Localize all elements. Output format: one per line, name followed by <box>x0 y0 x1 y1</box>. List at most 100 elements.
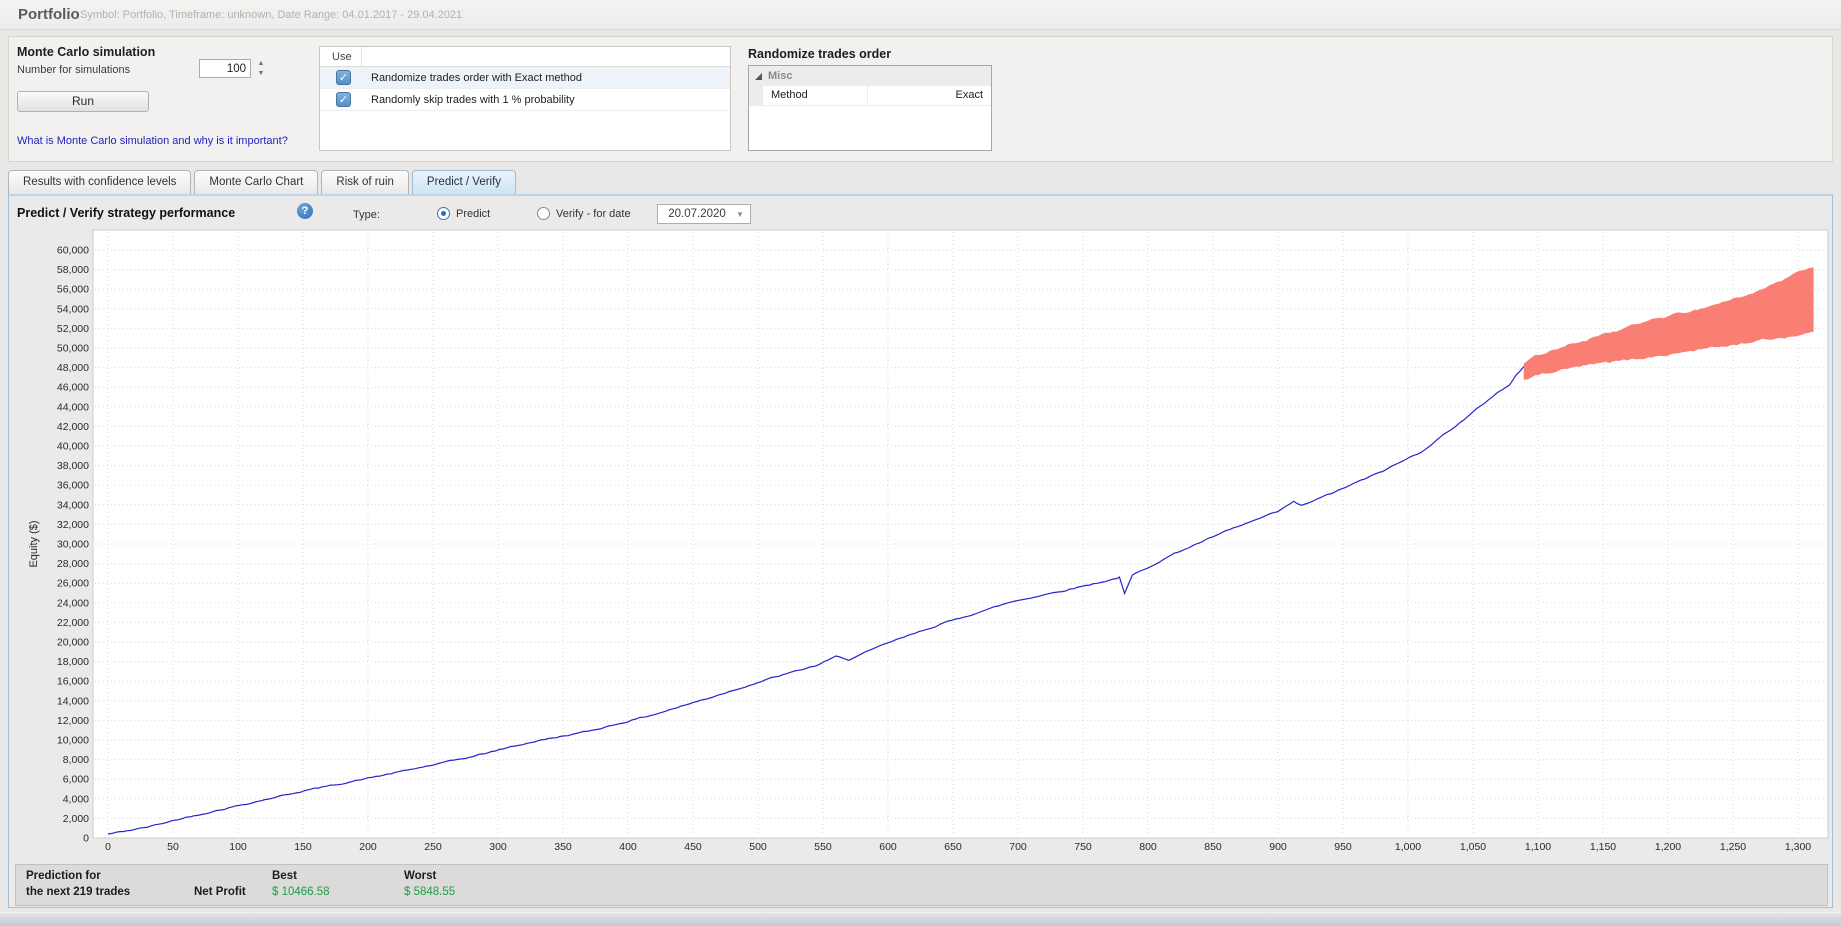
type-label: Type: <box>353 209 380 221</box>
monte-carlo-help-link[interactable]: What is Monte Carlo simulation and why i… <box>17 135 288 147</box>
property-indent <box>749 86 763 105</box>
svg-text:250: 250 <box>424 841 442 853</box>
tab-risk-of-ruin[interactable]: Risk of ruin <box>321 170 409 194</box>
radio-verify-icon <box>537 207 550 220</box>
verify-date-value: 20.07.2020 <box>668 208 726 220</box>
use-table-row[interactable]: ✓ Randomly skip trades with 1 % probabili… <box>320 89 730 111</box>
use-row-label: Randomize trades order with Exact method <box>371 71 582 84</box>
prediction-label-line1: Prediction for <box>26 870 101 882</box>
svg-text:28,000: 28,000 <box>57 558 89 570</box>
group-expand-icon <box>755 72 762 80</box>
svg-text:44,000: 44,000 <box>57 401 89 413</box>
best-label: Best <box>272 870 297 882</box>
svg-text:54,000: 54,000 <box>57 303 89 315</box>
use-row-label: Randomly skip trades with 1 % probabilit… <box>371 93 575 106</box>
radio-predict-label: Predict <box>456 207 491 220</box>
svg-text:1,200: 1,200 <box>1655 841 1681 853</box>
svg-text:200: 200 <box>359 841 377 853</box>
window-header: Portfolio Symbol: Portfolio, Timeframe: … <box>0 0 1841 30</box>
simulations-count-stepper[interactable]: ▲ ▼ <box>254 59 268 78</box>
svg-text:48,000: 48,000 <box>57 362 89 374</box>
svg-text:1,250: 1,250 <box>1720 841 1746 853</box>
property-row: Method Exact <box>749 86 991 106</box>
svg-text:300: 300 <box>489 841 507 853</box>
svg-text:650: 650 <box>944 841 962 853</box>
svg-text:350: 350 <box>554 841 572 853</box>
svg-text:32,000: 32,000 <box>57 519 89 531</box>
svg-text:1,000: 1,000 <box>1395 841 1421 853</box>
prediction-summary-bar: Prediction for the next 219 trades Net P… <box>15 864 1828 906</box>
svg-text:20,000: 20,000 <box>57 637 89 649</box>
tab-predict-verify[interactable]: Predict / Verify <box>411 170 517 194</box>
run-button[interactable]: Run <box>17 91 149 112</box>
svg-text:60,000: 60,000 <box>57 245 89 257</box>
svg-text:42,000: 42,000 <box>57 421 89 433</box>
monte-carlo-title: Monte Carlo simulation <box>17 45 156 59</box>
predict-verify-panel: Predict / Verify strategy performance ? … <box>8 194 1833 908</box>
worst-label: Worst <box>404 870 437 882</box>
randomize-property-grid: Misc Method Exact <box>748 65 992 151</box>
svg-text:100: 100 <box>229 841 247 853</box>
svg-text:500: 500 <box>749 841 767 853</box>
help-icon[interactable]: ? <box>297 203 313 219</box>
simulations-count-field <box>199 59 251 78</box>
svg-text:Equity ($): Equity ($) <box>28 520 40 567</box>
window-subtitle: Symbol: Portfolio, Timeframe: unknown, D… <box>80 9 463 21</box>
svg-text:600: 600 <box>879 841 897 853</box>
svg-text:0: 0 <box>105 841 111 853</box>
svg-text:26,000: 26,000 <box>57 578 89 590</box>
svg-text:38,000: 38,000 <box>57 460 89 472</box>
svg-text:50,000: 50,000 <box>57 343 89 355</box>
svg-text:14,000: 14,000 <box>57 695 89 707</box>
svg-text:24,000: 24,000 <box>57 597 89 609</box>
svg-text:4,000: 4,000 <box>63 793 89 805</box>
radio-predict-icon <box>437 207 450 220</box>
svg-text:1,050: 1,050 <box>1460 841 1486 853</box>
svg-text:150: 150 <box>294 841 312 853</box>
svg-text:1,150: 1,150 <box>1590 841 1616 853</box>
radio-verify[interactable]: Verify - for date <box>537 207 631 220</box>
svg-text:0: 0 <box>83 833 89 845</box>
radio-predict[interactable]: Predict <box>437 207 490 220</box>
use-table: Use ✓ Randomize trades order with Exact m… <box>319 46 731 151</box>
checkbox-icon[interactable]: ✓ <box>336 92 351 107</box>
svg-text:56,000: 56,000 <box>57 284 89 296</box>
svg-text:30,000: 30,000 <box>57 539 89 551</box>
svg-text:2,000: 2,000 <box>63 813 89 825</box>
use-table-row[interactable]: ✓ Randomize trades order with Exact metho… <box>320 67 730 89</box>
checkbox-icon[interactable]: ✓ <box>336 70 351 85</box>
simulations-count-input[interactable] <box>200 60 250 77</box>
chart-title: Predict / Verify strategy performance <box>17 206 236 220</box>
svg-text:18,000: 18,000 <box>57 656 89 668</box>
settings-panel: Monte Carlo simulation Number for simula… <box>8 36 1833 162</box>
svg-text:900: 900 <box>1269 841 1287 853</box>
radio-verify-label: Verify - for date <box>556 207 631 220</box>
stepper-up-icon[interactable]: ▲ <box>254 59 268 69</box>
best-value: $ 10466.58 <box>272 886 330 898</box>
stepper-down-icon[interactable]: ▼ <box>254 69 268 79</box>
property-group-misc[interactable]: Misc <box>749 66 991 86</box>
svg-text:58,000: 58,000 <box>57 264 89 276</box>
svg-text:6,000: 6,000 <box>63 774 89 786</box>
tab-monte-carlo-chart[interactable]: Monte Carlo Chart <box>194 170 319 194</box>
chevron-down-icon: ▼ <box>736 209 744 219</box>
svg-text:36,000: 36,000 <box>57 480 89 492</box>
tab-strip: Results with confidence levels Monte Carl… <box>8 170 517 194</box>
svg-text:8,000: 8,000 <box>63 754 89 766</box>
svg-text:16,000: 16,000 <box>57 676 89 688</box>
svg-text:550: 550 <box>814 841 832 853</box>
svg-text:450: 450 <box>684 841 702 853</box>
svg-text:12,000: 12,000 <box>57 715 89 727</box>
window-bottom-edge <box>0 912 1841 926</box>
svg-text:400: 400 <box>619 841 637 853</box>
svg-text:46,000: 46,000 <box>57 382 89 394</box>
svg-text:52,000: 52,000 <box>57 323 89 335</box>
use-table-header: Use <box>320 47 730 67</box>
equity-chart: 0 2,000 4,000 6,000 8,000 10,000 12,000 14,000 1… <box>15 228 1830 862</box>
verify-date-select[interactable]: 20.07.2020 ▼ <box>657 204 751 224</box>
tab-results-with-confidence-levels[interactable]: Results with confidence levels <box>8 170 192 194</box>
svg-text:700: 700 <box>1009 841 1027 853</box>
property-value[interactable]: Exact <box>868 86 991 105</box>
svg-text:40,000: 40,000 <box>57 441 89 453</box>
svg-text:22,000: 22,000 <box>57 617 89 629</box>
